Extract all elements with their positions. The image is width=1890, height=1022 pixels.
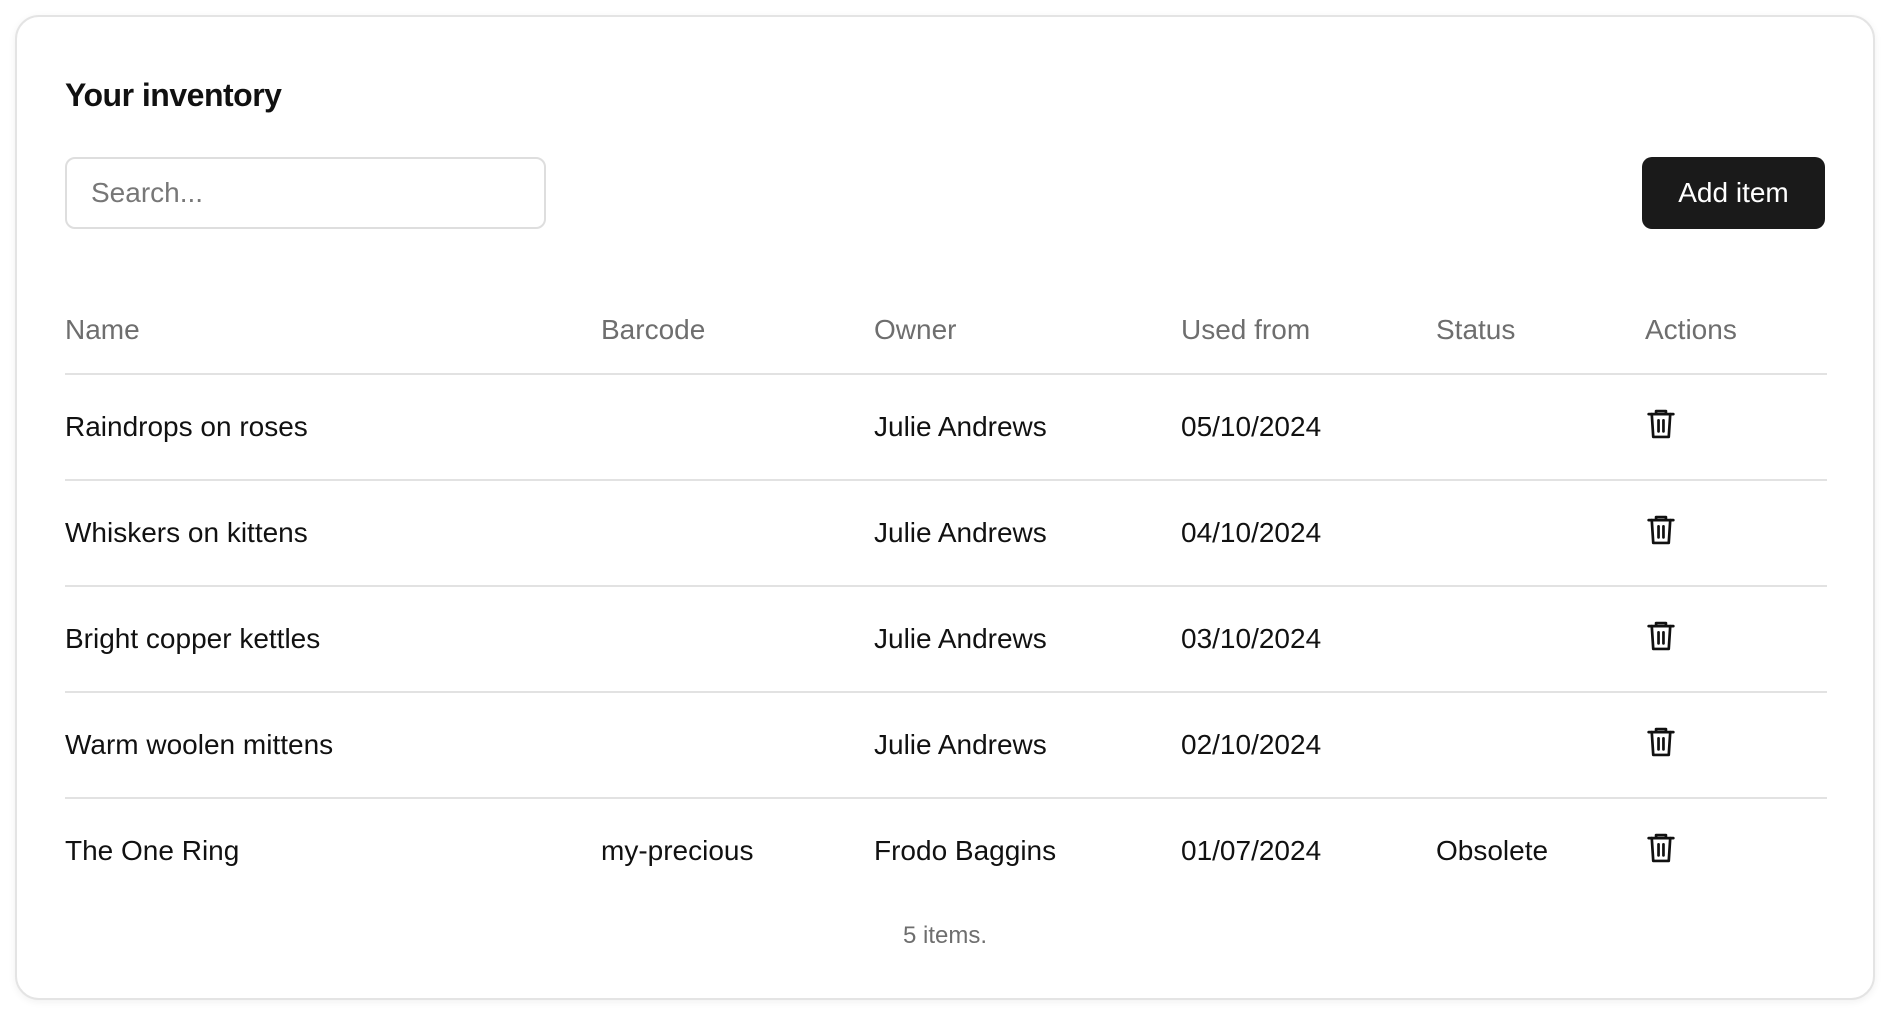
cell-actions (1645, 692, 1827, 799)
cell-barcode: my-precious (601, 835, 754, 866)
cell-owner: Julie Andrews (874, 480, 1181, 587)
table-row[interactable]: The One Ring my-precious Frodo Baggins 0… (65, 798, 1827, 903)
cell-actions (1645, 798, 1827, 903)
column-header-actions: Actions (1645, 287, 1827, 375)
cell-barcode (601, 374, 874, 481)
column-header-status: Status (1436, 287, 1645, 375)
cell-used-from: 03/10/2024 (1181, 586, 1436, 693)
cell-owner: Frodo Baggins (874, 835, 1057, 866)
table-header-row: Name Barcode Owner Used from Status Acti… (65, 287, 1827, 375)
table-row[interactable]: Raindrops on roses Julie Andrews 05/10/2… (65, 374, 1827, 481)
cell-owner: Julie Andrews (874, 692, 1181, 799)
cell-name: The One Ring (65, 835, 240, 866)
item-count: 5 items. (902, 922, 988, 949)
cell-name: Raindrops on roses (65, 374, 601, 481)
cell-barcode (601, 586, 874, 693)
trash-icon[interactable] (1645, 832, 1677, 864)
cell-owner: Julie Andrews (874, 374, 1181, 481)
cell-actions (1645, 586, 1827, 693)
cell-name: Bright copper kettles (65, 586, 601, 693)
column-header-used-from: Used from (1181, 287, 1436, 375)
cell-barcode (601, 480, 874, 587)
inventory-card: Your inventory Add item Name Barcode Own… (15, 15, 1875, 1000)
table-row[interactable]: Whiskers on kittens Julie Andrews 04/10/… (65, 480, 1827, 587)
cell-status (1436, 586, 1645, 693)
page: Your inventory Add item Name Barcode Own… (0, 0, 1890, 1022)
cell-status (1436, 374, 1645, 481)
cell-used-from: 05/10/2024 (1181, 374, 1436, 481)
cell-used-from: 04/10/2024 (1181, 480, 1436, 587)
cell-owner: Julie Andrews (874, 586, 1181, 693)
cell-barcode (601, 692, 874, 799)
column-header-owner: Owner (874, 287, 1181, 375)
cell-used-from: 01/07/2024 (1181, 835, 1322, 866)
column-header-name: Name (65, 287, 601, 375)
cell-used-from: 02/10/2024 (1181, 692, 1436, 799)
trash-icon[interactable] (1645, 726, 1677, 758)
search-input[interactable] (65, 157, 546, 229)
cell-actions (1645, 374, 1827, 481)
table-row[interactable]: Warm woolen mittens Julie Andrews 02/10/… (65, 692, 1827, 799)
trash-icon[interactable] (1645, 514, 1677, 546)
cell-actions (1645, 480, 1827, 587)
cell-status (1436, 480, 1645, 587)
page-title: Your inventory (65, 77, 282, 113)
column-header-barcode: Barcode (601, 287, 874, 375)
cell-name: Warm woolen mittens (65, 692, 601, 799)
trash-icon[interactable] (1645, 408, 1677, 440)
trash-icon[interactable] (1645, 620, 1677, 652)
table-row[interactable]: Bright copper kettles Julie Andrews 03/1… (65, 586, 1827, 693)
cell-status: Obsolete (1436, 835, 1549, 866)
cell-name: Whiskers on kittens (65, 480, 601, 587)
add-item-button[interactable]: Add item (1642, 157, 1825, 229)
cell-status (1436, 692, 1645, 799)
inventory-table: Name Barcode Owner Used from Status Acti… (65, 287, 1827, 903)
